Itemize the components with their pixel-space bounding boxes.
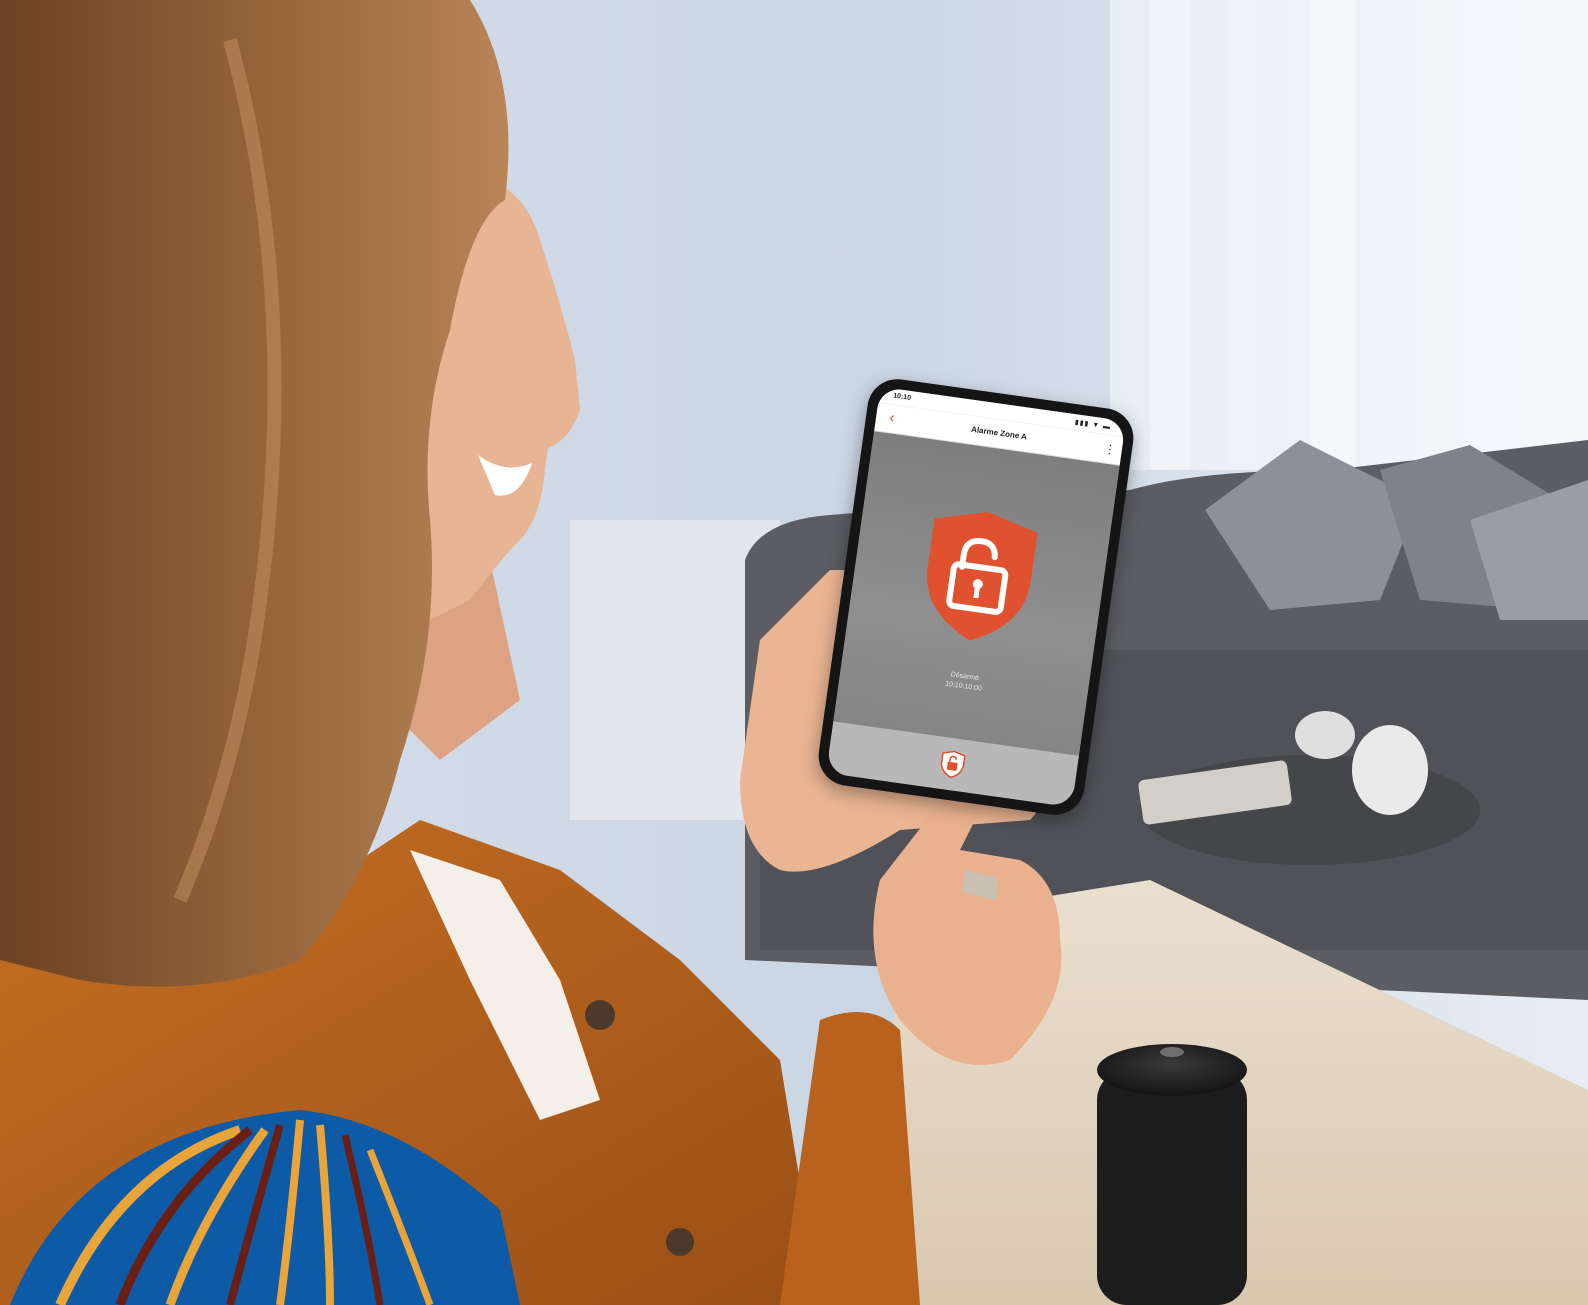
curtain-fold bbox=[1420, 0, 1460, 470]
vase-small bbox=[1295, 711, 1355, 759]
curtain-fold bbox=[1150, 0, 1190, 470]
status-time: 10:10 bbox=[892, 392, 912, 402]
shield-unlocked-icon bbox=[910, 500, 1048, 653]
smart-speaker bbox=[1097, 1070, 1247, 1305]
alarm-status-text: Désarmé 10:10:10:00 bbox=[840, 655, 1088, 709]
vase bbox=[1352, 725, 1428, 815]
back-button[interactable]: ‹ bbox=[883, 409, 901, 429]
status-icons: ▮▮▮ ▼ ▬ bbox=[1074, 419, 1112, 432]
small-shield-padlock-icon bbox=[940, 750, 966, 779]
curtain-fold bbox=[1310, 0, 1356, 470]
blue-gold-arc-logo bbox=[10, 1110, 520, 1305]
shirt-button bbox=[666, 1228, 694, 1256]
smartphone: 10:10 ▮▮▮ ▼ ▬ ‹ Alarme Zone A ⋮ Désarmé … bbox=[814, 375, 1138, 819]
chevron-left-icon: ‹ bbox=[888, 409, 896, 427]
menu-button[interactable]: ⋮ bbox=[1102, 440, 1117, 457]
alarm-status-panel: Désarmé 10:10:10:00 bbox=[833, 431, 1120, 756]
phone-screen: 10:10 ▮▮▮ ▼ ▬ ‹ Alarme Zone A ⋮ Désarmé … bbox=[826, 386, 1126, 808]
kebab-menu-icon: ⋮ bbox=[1102, 441, 1117, 457]
arm-toggle-button[interactable] bbox=[938, 749, 968, 780]
shirt-button bbox=[585, 1000, 615, 1030]
curtain-fold bbox=[1230, 0, 1260, 470]
speaker-button bbox=[1160, 1047, 1184, 1057]
